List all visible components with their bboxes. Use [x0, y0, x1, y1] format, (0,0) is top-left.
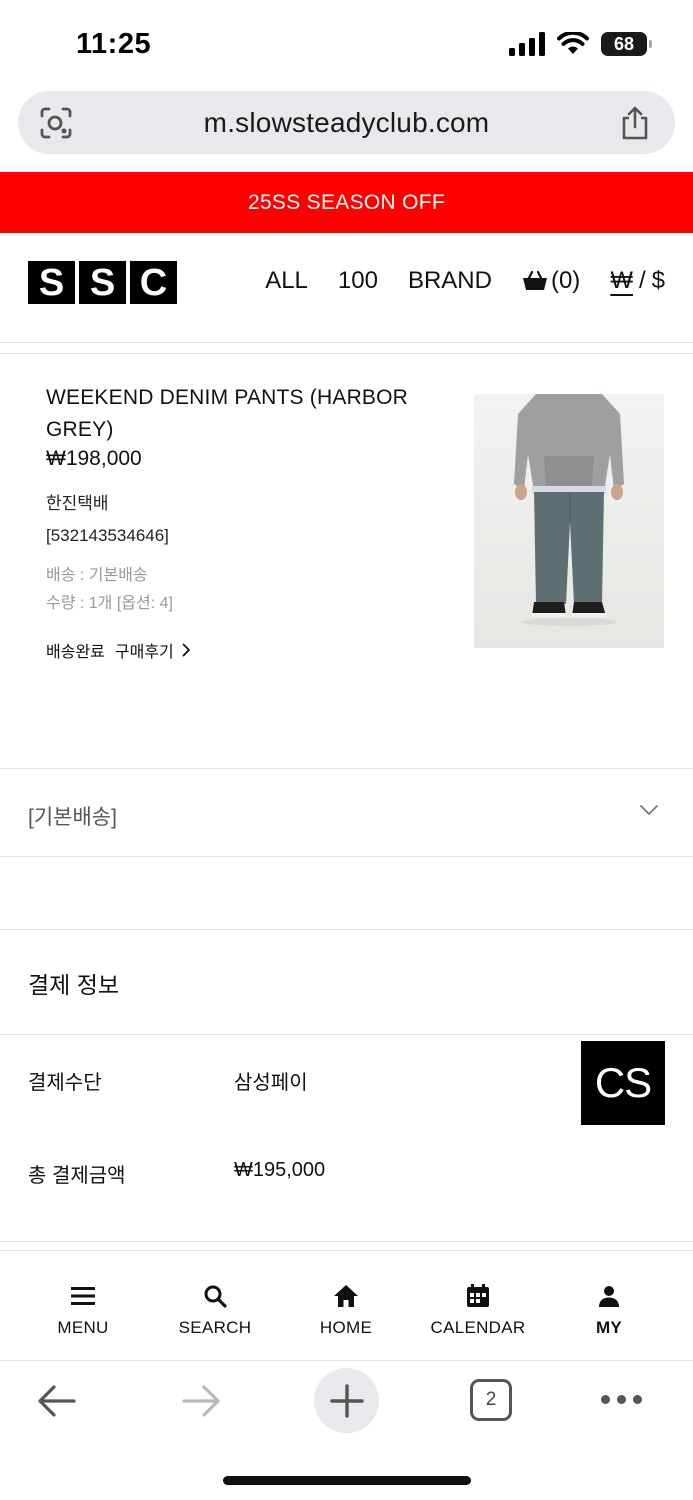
logo-letter: S — [28, 261, 75, 304]
cs-badge-label: CS — [594, 1059, 652, 1106]
nav-menu-label: MENU — [57, 1318, 109, 1337]
product-photo — [474, 394, 664, 648]
share-icon[interactable] — [619, 105, 651, 141]
more-dot — [633, 1395, 642, 1404]
shipping-type: 배송 : 기본배송 — [46, 567, 148, 584]
status-bar: 11:25 68 — [0, 0, 693, 90]
nav-all[interactable]: ALL — [265, 267, 308, 295]
back-arrow-icon[interactable] — [36, 1382, 78, 1420]
nav-100[interactable]: 100 — [338, 267, 378, 295]
write-review-link[interactable]: 구매후기 — [115, 638, 191, 662]
currency-usd[interactable]: $ — [652, 267, 665, 295]
main-nav: ALL 100 BRAND (0) ₩ / $ — [265, 267, 665, 295]
nav-search-label: SEARCH — [178, 1318, 252, 1337]
shipping-accordion-label: [기본배송] — [28, 806, 117, 829]
bottom-site-nav: MENU SEARCH HOME CALENDAR MY — [0, 1250, 693, 1361]
order-item: WEEKEND DENIM PANTS (HARBOR GREY) ₩198,0… — [0, 354, 693, 768]
currency-switch[interactable]: ₩ / $ — [610, 267, 665, 295]
currency-won[interactable]: ₩ — [610, 267, 633, 295]
shopping-basket-icon — [522, 270, 547, 290]
courier-name: 한진택배 — [46, 494, 109, 513]
promo-text: 25SS SEASON OFF — [247, 190, 446, 214]
payment-method-value: 삼성페이 — [234, 1072, 308, 1094]
payment-section-header: 결제 정보 — [0, 929, 693, 1035]
status-time: 11:25 — [76, 28, 152, 60]
browser-toolbar: 2 — [0, 1362, 693, 1500]
nav-brand[interactable]: BRAND — [408, 267, 492, 295]
home-indicator[interactable] — [223, 1476, 471, 1485]
search-icon — [204, 1285, 227, 1308]
cart-button[interactable]: (0) — [522, 267, 580, 295]
logo-letter: S — [79, 261, 126, 304]
product-price: ₩198,000 — [46, 447, 142, 470]
home-icon — [334, 1285, 358, 1307]
currency-separator: / — [638, 267, 646, 294]
nav-calendar-label: CALENDAR — [430, 1318, 526, 1337]
logo-letter: C — [130, 261, 177, 304]
tab-switcher-button[interactable]: 2 — [470, 1379, 512, 1421]
lens-icon[interactable] — [38, 106, 74, 140]
nav-home-button[interactable]: HOME — [286, 1283, 406, 1338]
cart-count: (0) — [550, 267, 581, 294]
new-tab-button[interactable] — [314, 1368, 379, 1433]
product-image[interactable] — [474, 394, 664, 648]
cs-chat-button[interactable]: CS — [581, 1041, 665, 1125]
status-icons: 68 — [509, 32, 652, 56]
promo-banner[interactable]: 25SS SEASON OFF — [0, 172, 693, 233]
calendar-icon — [467, 1284, 489, 1307]
review-link-label: 구매후기 — [114, 644, 174, 661]
battery-nub — [649, 40, 652, 48]
cellular-signal-icon — [509, 32, 545, 56]
tab-count: 2 — [485, 1389, 497, 1410]
address-bar[interactable]: m.slowsteadyclub.com — [18, 91, 675, 154]
url-text: m.slowsteadyclub.com — [203, 106, 490, 138]
chevron-down-icon[interactable] — [639, 803, 659, 817]
battery-level: 68 — [613, 33, 635, 54]
nav-my-button[interactable]: MY — [549, 1283, 669, 1338]
delivery-status: 배송완료 — [46, 644, 105, 661]
nav-home-label: HOME — [319, 1318, 373, 1337]
nav-menu-button[interactable]: MENU — [23, 1283, 143, 1338]
chevron-right-icon — [182, 643, 190, 657]
forward-arrow-icon[interactable] — [180, 1382, 222, 1420]
site-header: S S C ALL 100 BRAND (0) ₩ / $ — [0, 233, 693, 343]
ssc-logo[interactable]: S S C — [28, 261, 177, 304]
wifi-icon — [557, 32, 589, 54]
nav-search-button[interactable]: SEARCH — [155, 1283, 275, 1338]
total-amount-value: ₩195,000 — [234, 1159, 326, 1181]
plus-icon — [329, 1383, 364, 1418]
shipping-accordion[interactable]: [기본배송] — [0, 768, 693, 857]
divider — [0, 1241, 693, 1242]
total-amount-label: 총 결제금액 — [28, 1165, 126, 1187]
user-icon — [599, 1286, 619, 1307]
more-dot — [601, 1395, 610, 1404]
payment-title: 결제 정보 — [28, 972, 120, 998]
product-name[interactable]: WEEKEND DENIM PANTS (HARBOR GREY) — [46, 382, 446, 446]
more-options-icon[interactable] — [601, 1395, 642, 1404]
nav-my-label: MY — [595, 1318, 623, 1337]
battery-indicator: 68 — [601, 32, 652, 56]
more-dot — [617, 1395, 626, 1404]
tracking-number[interactable]: [532143534646] — [46, 526, 169, 546]
order-status-row: 배송완료 구매후기 — [46, 638, 191, 662]
menu-icon — [71, 1287, 95, 1305]
quantity-option: 수량 : 1개 [옵션: 4] — [46, 595, 173, 612]
payment-method-label: 결제수단 — [28, 1072, 102, 1094]
nav-calendar-button[interactable]: CALENDAR — [418, 1283, 538, 1338]
